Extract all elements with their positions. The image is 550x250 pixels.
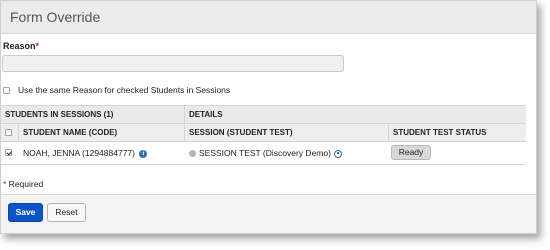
group-header-students: STUDENTS IN SESSIONS (1) [5,110,114,119]
group-header-details: DETAILS [189,110,223,119]
reason-input[interactable] [2,55,344,72]
status-ready-button[interactable]: Ready [391,145,431,160]
row-checkbox[interactable] [5,149,12,156]
required-note-text: Required [6,179,44,189]
session-name: SESSION TEST (Discovery Demo) [199,148,331,158]
form-override-panel: Form Override Reason* Use the same Reaso… [0,0,537,234]
info-icon[interactable]: i [139,149,148,158]
student-cell: NOAH, JENNA (1294884777) i [23,148,148,158]
table-row: NOAH, JENNA (1294884777) i SESSION TEST … [1,142,526,165]
column-divider [388,124,389,141]
save-button[interactable]: Save [8,203,43,222]
form-footer: Save Reset [1,194,536,233]
reset-button[interactable]: Reset [47,203,86,222]
required-marker: * [35,41,40,51]
panel-title: Form Override [10,9,101,25]
column-divider [184,106,185,123]
reason-label-text: Reason [3,41,36,51]
same-reason-row[interactable]: Use the same Reason for checked Students… [3,85,230,95]
column-header-session[interactable]: SESSION (STUDENT TEST) [189,128,293,137]
table-group-header-row: STUDENTS IN SESSIONS (1) DETAILS [1,105,526,124]
reason-label: Reason* [3,41,39,51]
panel-header: Form Override [1,1,536,34]
session-cell: SESSION TEST (Discovery Demo) [189,148,342,158]
column-divider [18,124,19,141]
table-column-header-row: STUDENT NAME (CODE) SESSION (STUDENT TES… [1,124,526,142]
same-reason-label: Use the same Reason for checked Students… [18,85,231,95]
required-note: * Required [3,179,43,189]
column-divider [184,124,185,141]
student-name-code: NOAH, JENNA (1294884777) [23,148,135,158]
select-all-checkbox[interactable] [5,129,12,136]
same-reason-checkbox[interactable] [3,86,10,94]
clock-icon[interactable] [333,149,342,158]
gray-dot-icon [189,150,196,158]
students-table: STUDENTS IN SESSIONS (1) DETAILS STUDENT… [1,105,526,165]
column-header-student-name[interactable]: STUDENT NAME (CODE) [23,128,117,137]
column-header-status[interactable]: STUDENT TEST STATUS [393,128,486,137]
